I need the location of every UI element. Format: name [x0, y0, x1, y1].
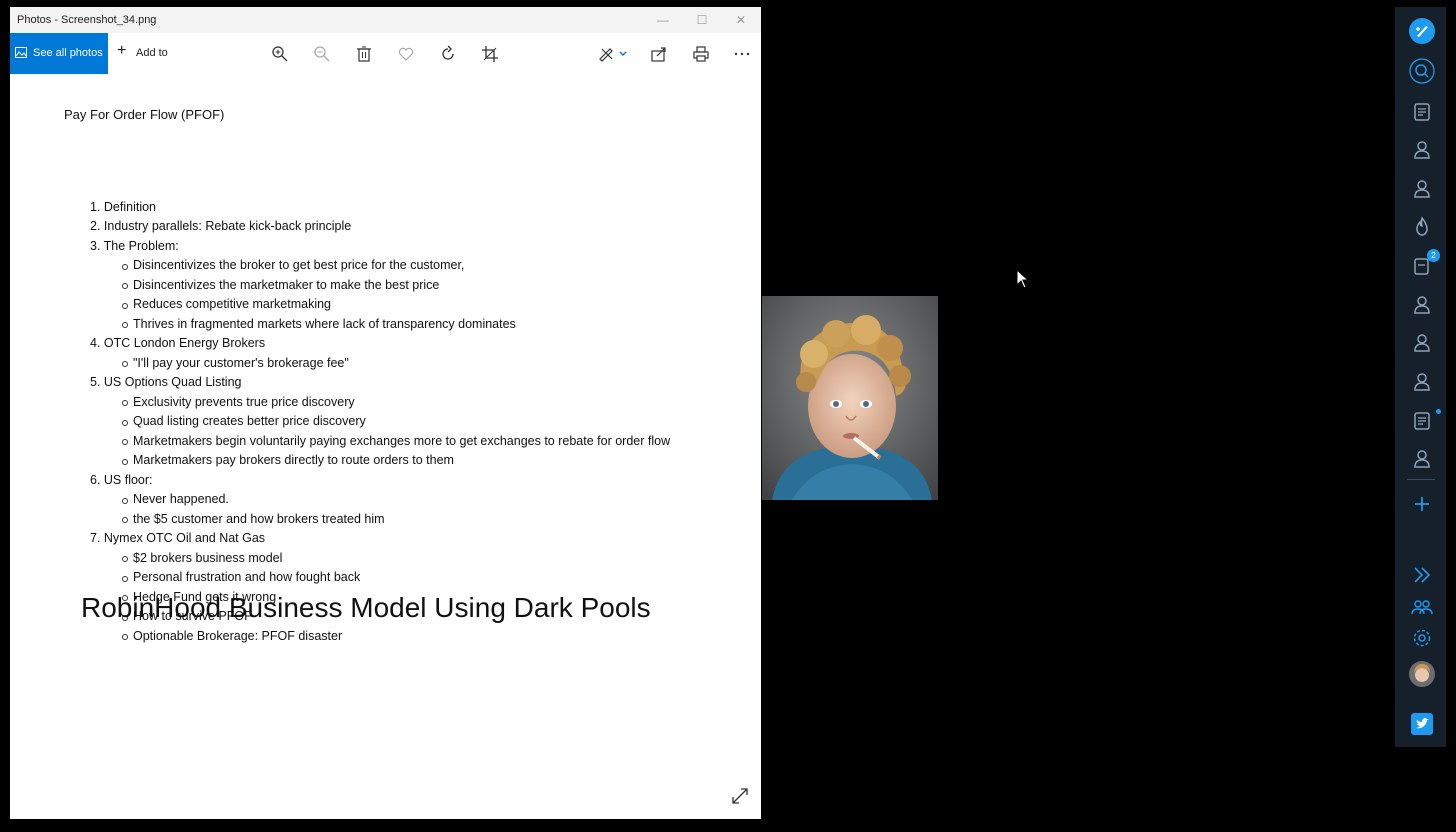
photos-icon: [15, 47, 27, 58]
window-title: Photos - Screenshot_34.png: [17, 14, 157, 26]
child-photo: [762, 296, 938, 500]
close-button[interactable]: ✕: [722, 10, 760, 30]
bullet-icon: [122, 283, 128, 289]
list-item: Never happened.: [133, 492, 229, 506]
bullet-icon: [122, 361, 128, 367]
user-icon[interactable]: [1409, 176, 1435, 202]
list-item: Quad listing creates better price discov…: [133, 414, 366, 428]
bullet-icon: [122, 400, 128, 406]
trending-flame-icon[interactable]: [1409, 214, 1435, 240]
accounts-icon[interactable]: [1409, 594, 1435, 620]
list-item: Thrives in fragmented markets where lack…: [133, 317, 516, 331]
list-item: Marketmakers pay brokers directly to rou…: [133, 453, 454, 467]
photos-window: Photos - Screenshot_34.png — ☐ ✕ See all…: [10, 7, 761, 819]
expand-chevrons-icon[interactable]: [1409, 562, 1435, 588]
full-screen-icon[interactable]: [730, 786, 750, 806]
rotate-icon[interactable]: [438, 44, 458, 64]
mouse-cursor-icon: [1016, 269, 1030, 289]
list-item: Disincentivizes the broker to get best p…: [133, 258, 465, 272]
bullet-icon: [122, 498, 128, 504]
more-options-icon[interactable]: [732, 44, 752, 64]
bullet-icon: [122, 634, 128, 640]
title-bar[interactable]: Photos - Screenshot_34.png — ☐ ✕: [10, 7, 761, 33]
zoom-out-icon[interactable]: [312, 44, 332, 64]
notifications-button[interactable]: 2: [1409, 249, 1440, 279]
document-title: Pay For Order Flow (PFOF): [64, 107, 225, 122]
list-item: 6. US floor:: [90, 473, 153, 487]
user-icon[interactable]: [1409, 292, 1435, 318]
twitter-logo-icon[interactable]: [1409, 711, 1435, 737]
list-item: Personal frustration and how fought back: [133, 570, 361, 584]
see-all-photos-label: See all photos: [33, 47, 103, 59]
avatar[interactable]: [1409, 661, 1435, 687]
list-item: Reduces competitive marketmaking: [133, 297, 331, 311]
heart-icon[interactable]: [396, 44, 416, 64]
see-all-photos-button[interactable]: See all photos: [10, 33, 108, 74]
settings-gear-icon[interactable]: [1409, 625, 1435, 651]
list-item: Optionable Brokerage: PFOF disaster: [133, 629, 343, 643]
bullet-icon: [122, 556, 128, 562]
add-to-label: Add to: [136, 47, 168, 59]
share-icon[interactable]: [649, 44, 669, 64]
list-icon[interactable]: [1409, 408, 1435, 434]
list-item: 1. Definition: [90, 200, 157, 214]
maximize-button[interactable]: ☐: [683, 10, 721, 30]
list-item: Exclusivity prevents true price discover…: [133, 395, 355, 409]
crop-icon[interactable]: [480, 44, 500, 64]
unread-dot: [1436, 409, 1441, 414]
document-heading: RobinHood Business Model Using Dark Pool…: [81, 592, 651, 623]
notification-badge: 2: [1427, 249, 1440, 262]
bullet-icon: [122, 439, 128, 445]
sidebar-divider: [1407, 479, 1435, 480]
bullet-icon: [122, 420, 128, 426]
bullet-icon: [122, 322, 128, 328]
list-item: Disincentivizes the marketmaker to make …: [133, 278, 440, 292]
list-item: 3. The Problem:: [90, 239, 179, 253]
list-item: 7. Nymex OTC Oil and Nat Gas: [90, 531, 266, 545]
bullet-icon: [122, 264, 128, 270]
plus-icon: +: [117, 42, 127, 59]
user-icon[interactable]: [1409, 369, 1435, 395]
minimize-button[interactable]: —: [644, 10, 682, 30]
zoom-in-icon[interactable]: [270, 44, 290, 64]
user-icon[interactable]: [1409, 137, 1435, 163]
user-icon[interactable]: [1409, 446, 1435, 472]
list-item: $2 brokers business model: [133, 551, 283, 565]
bullet-icon: [122, 303, 128, 309]
list-item: 4. OTC London Energy Brokers: [90, 336, 266, 350]
print-icon[interactable]: [691, 44, 711, 64]
list-item: "I'll pay your customer's brokerage fee": [133, 356, 349, 370]
app-sidebar: 2: [1395, 7, 1446, 747]
delete-icon[interactable]: [354, 44, 374, 64]
user-icon[interactable]: [1409, 330, 1435, 356]
list-item: Marketmakers begin voluntarily paying ex…: [133, 434, 671, 448]
compose-tweet-icon[interactable]: [1409, 18, 1435, 44]
bullet-icon: [122, 517, 128, 523]
list-icon[interactable]: [1409, 99, 1435, 125]
list-item: 5. US Options Quad Listing: [90, 375, 242, 389]
bullet-icon: [122, 576, 128, 582]
list-item: the $5 customer and how brokers treated …: [133, 512, 385, 526]
search-icon[interactable]: [1409, 58, 1435, 84]
bullet-icon: [122, 459, 128, 465]
add-column-icon[interactable]: [1409, 491, 1435, 517]
list-item: 2. Industry parallels: Rebate kick-back …: [90, 219, 352, 233]
edit-create-icon[interactable]: [597, 44, 631, 64]
